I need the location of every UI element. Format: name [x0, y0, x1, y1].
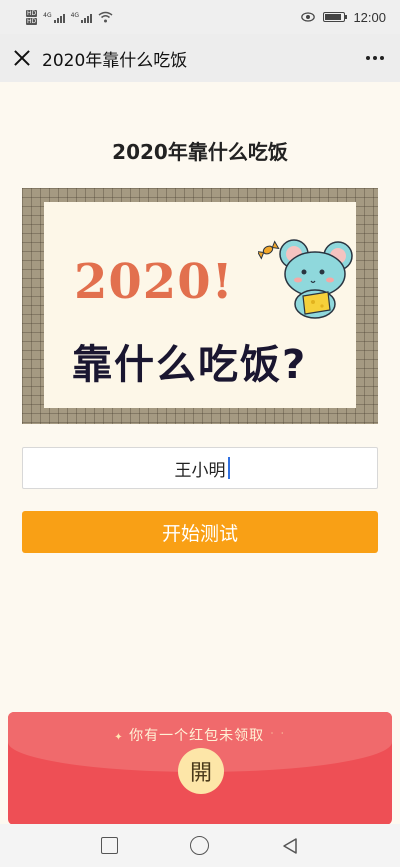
- hd-badge-2: HD: [26, 17, 38, 25]
- hd-badge-1: HD: [26, 9, 38, 17]
- back-icon[interactable]: [281, 837, 299, 855]
- sparkle-icon-right: ˙ ˙: [269, 732, 286, 743]
- banner-image: 2020! 靠什么吃饭?: [22, 188, 378, 424]
- eye-icon: [301, 12, 316, 22]
- page-title: 2020年靠什么吃饭: [112, 140, 288, 164]
- mouse-illustration: [258, 239, 353, 319]
- status-right: 12:00: [301, 10, 386, 25]
- status-left: HD HD 4G 4G: [26, 9, 113, 25]
- status-bar: HD HD 4G 4G 12:00: [0, 0, 400, 34]
- banner-question-text: 靠什么吃饭?: [72, 342, 308, 388]
- close-icon[interactable]: [14, 50, 30, 66]
- nav-bar: 2020年靠什么吃饭: [0, 34, 400, 82]
- red-packet-banner[interactable]: ✦ 你有一个红包未领取 ˙ ˙ 開: [8, 712, 392, 825]
- system-navigation-bar: [0, 824, 400, 867]
- red-packet-message: 你有一个红包未领取: [129, 728, 265, 744]
- home-icon[interactable]: [190, 836, 209, 855]
- recent-apps-icon[interactable]: [101, 837, 118, 854]
- network-label-1: 4G: [43, 11, 52, 19]
- start-test-button[interactable]: 开始测试: [22, 511, 378, 553]
- sparkle-icon: ✦: [114, 732, 124, 743]
- open-red-packet-button[interactable]: 開: [178, 748, 224, 794]
- red-packet-message-row: ✦ 你有一个红包未领取 ˙ ˙: [8, 725, 392, 745]
- battery-icon: [323, 12, 348, 22]
- hd-badges: HD HD: [26, 9, 38, 25]
- text-caret: [228, 457, 230, 479]
- clock: 12:00: [353, 9, 386, 25]
- banner-panel: 2020! 靠什么吃饭?: [44, 202, 356, 408]
- banner-year-text: 2020!: [74, 254, 234, 310]
- signal-icon-1: 4G: [43, 11, 65, 23]
- wifi-icon: [98, 11, 113, 23]
- name-input[interactable]: [22, 447, 378, 489]
- more-icon[interactable]: [364, 50, 386, 66]
- signal-icon-2: 4G: [70, 11, 93, 23]
- nav-title: 2020年靠什么吃饭: [42, 50, 188, 71]
- network-label-2: 4G: [70, 11, 80, 19]
